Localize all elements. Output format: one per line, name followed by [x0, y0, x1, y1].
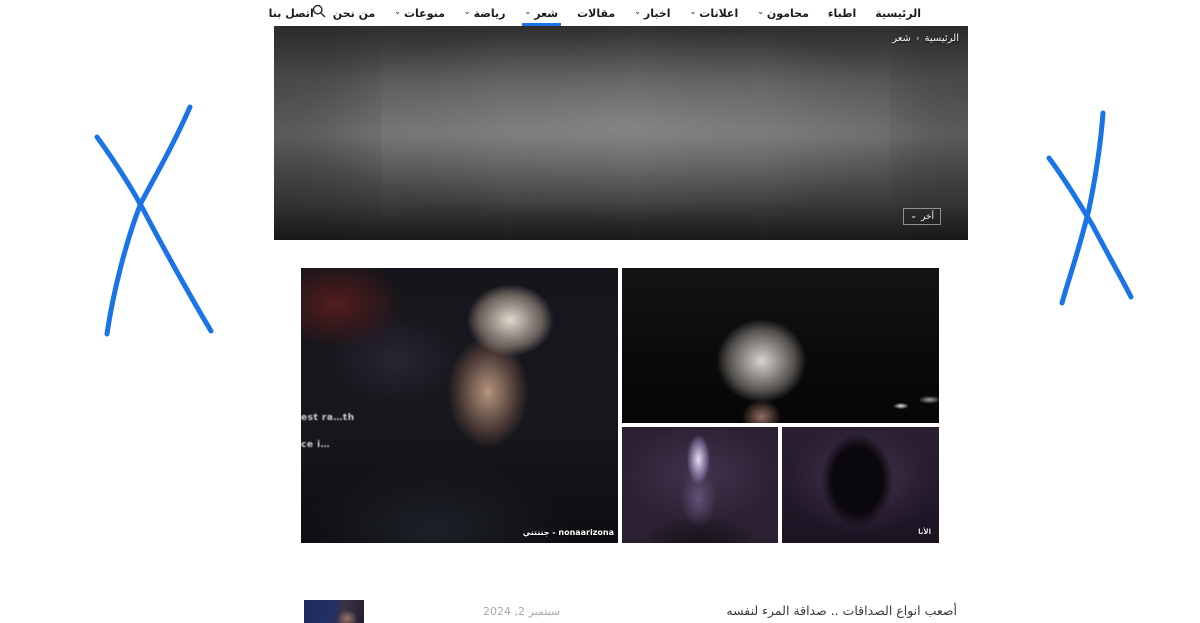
nav-item-sports[interactable]: رياضة⌄	[463, 0, 507, 26]
sort-dropdown-label: أخر	[921, 212, 934, 222]
nav-item-label: من نحن	[333, 7, 376, 20]
nav-item-label: اطباء	[828, 7, 856, 20]
right-x-stroke-2	[1049, 158, 1131, 297]
nav-item-label: اعلانات	[699, 7, 738, 20]
gallery-image-wide[interactable]	[622, 268, 939, 423]
right-x-stroke-1	[1062, 113, 1103, 303]
hero-banner: الرئيسية ‹ شعر أخر ⌄	[274, 26, 968, 240]
nav-item-articles[interactable]: مقالات	[576, 0, 616, 26]
nav-item-label: مقالات	[577, 7, 615, 20]
nav-item-label: الرئيسية	[875, 7, 921, 20]
nav-item-lawyers[interactable]: محامون⌄	[756, 0, 810, 26]
image-overlay-text: ce i…	[301, 440, 330, 450]
post-title-link[interactable]: أصعب انواع الصداقات .. صداقة المرء لنفسه	[726, 603, 957, 618]
nav-item-about[interactable]: من نحن	[332, 0, 377, 26]
nav-item-news[interactable]: اخبار⌄	[633, 0, 671, 26]
breadcrumb-home-link[interactable]: الرئيسية	[925, 33, 959, 44]
chevron-down-icon: ⌄	[757, 8, 764, 16]
nav-item-ads[interactable]: اعلانات⌄	[689, 0, 740, 26]
post-list-row: سبتمبر 2, 2024 أصعب انواع الصداقات .. صد…	[0, 598, 1200, 623]
nav-item-doctors[interactable]: اطباء	[827, 0, 857, 26]
chevron-down-icon: ⌄	[634, 8, 641, 16]
chevron-down-icon: ⌄	[690, 8, 697, 16]
image-overlay-text: est ra…th	[301, 413, 355, 423]
chevron-down-icon: ⌄	[394, 8, 401, 16]
image-watermark: جننتني - nonaarizona	[523, 528, 614, 537]
nav-item-misc[interactable]: منوعات⌄	[393, 0, 446, 26]
post-date: سبتمبر 2, 2024	[483, 605, 560, 618]
nav-item-contact[interactable]: اتصل بنا	[268, 0, 315, 26]
nav-item-label: اتصل بنا	[269, 7, 314, 20]
left-x-stroke-2	[97, 137, 211, 331]
nav-item-label: شعر	[534, 7, 558, 20]
nav-item-label: اخبار	[644, 7, 671, 20]
nav-item-poetry-active[interactable]: شعر⌄	[524, 0, 560, 26]
top-navigation-bar: الرئيسية اطباء محامون⌄ اعلانات⌄ اخبار⌄ م…	[0, 0, 1200, 26]
chevron-down-icon: ⌄	[464, 8, 471, 16]
search-icon	[312, 4, 326, 18]
left-x-stroke-1	[107, 107, 190, 334]
search-button[interactable]	[310, 2, 328, 20]
chevron-down-icon: ⌄	[525, 8, 532, 16]
page: الرئيسية اطباء محامون⌄ اعلانات⌄ اخبار⌄ م…	[0, 0, 1200, 623]
breadcrumb: الرئيسية ‹ شعر	[892, 33, 959, 44]
image-watermark: الأنا	[918, 528, 931, 536]
breadcrumb-current: شعر	[892, 33, 911, 44]
nav-item-home[interactable]: الرئيسية	[874, 0, 922, 26]
gallery-image-small-left[interactable]	[622, 427, 778, 543]
sort-dropdown-button[interactable]: أخر ⌄	[903, 208, 941, 225]
post-thumbnail[interactable]	[304, 600, 364, 623]
nav-menu: الرئيسية اطباء محامون⌄ اعلانات⌄ اخبار⌄ م…	[268, 0, 922, 26]
gallery-image-main[interactable]: est ra…th ce i… جننتني - nonaarizona	[301, 268, 618, 543]
nav-item-label: منوعات	[404, 7, 445, 20]
breadcrumb-separator-icon: ‹	[916, 34, 920, 44]
nav-item-label: رياضة	[474, 7, 506, 20]
gallery-image-small-right[interactable]: الأنا	[782, 427, 939, 543]
nav-item-label: محامون	[767, 7, 809, 20]
chevron-down-icon: ⌄	[910, 211, 917, 220]
